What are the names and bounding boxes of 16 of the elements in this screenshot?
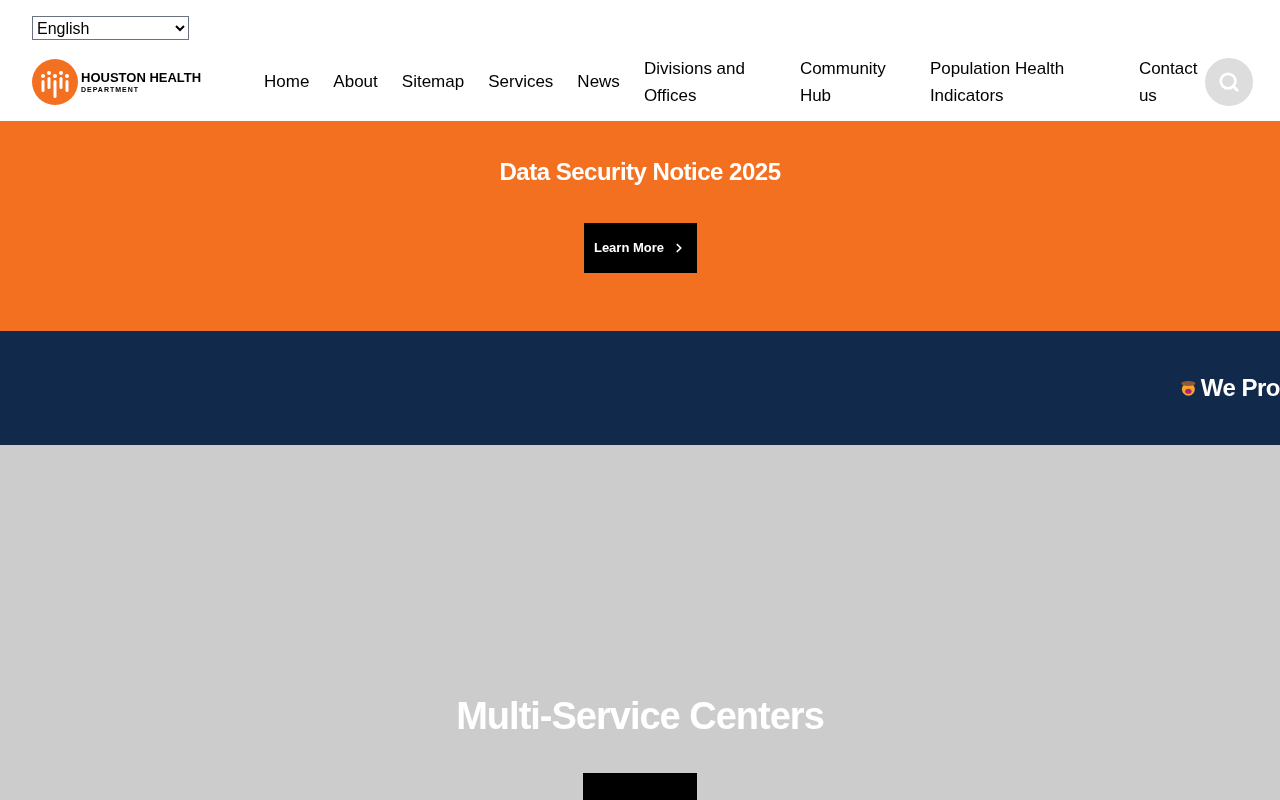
- nav-link[interactable]: News: [577, 68, 620, 95]
- nav-link[interactable]: Contact us: [1138, 54, 1205, 109]
- nav-link[interactable]: Home: [264, 68, 310, 95]
- nav-link[interactable]: Services: [488, 68, 554, 95]
- notice-title: Data Security Notice 2025: [499, 157, 781, 187]
- nav-link[interactable]: Population Health Indicators: [929, 54, 1115, 109]
- logo-icon: [32, 58, 78, 105]
- learn-more-button[interactable]: Learn More: [583, 223, 697, 273]
- language-select[interactable]: English: [32, 16, 189, 40]
- nav-link[interactable]: Community Hub: [799, 54, 906, 109]
- nav-link[interactable]: Divisions and Offices: [643, 54, 776, 109]
- ticker-text: We Pro: [1200, 373, 1280, 403]
- nav-link[interactable]: Sitemap: [401, 68, 465, 95]
- nav-link[interactable]: About: [333, 68, 378, 95]
- logo-title: HOUSTON HEALTH: [81, 70, 202, 84]
- search-icon: [1217, 70, 1240, 93]
